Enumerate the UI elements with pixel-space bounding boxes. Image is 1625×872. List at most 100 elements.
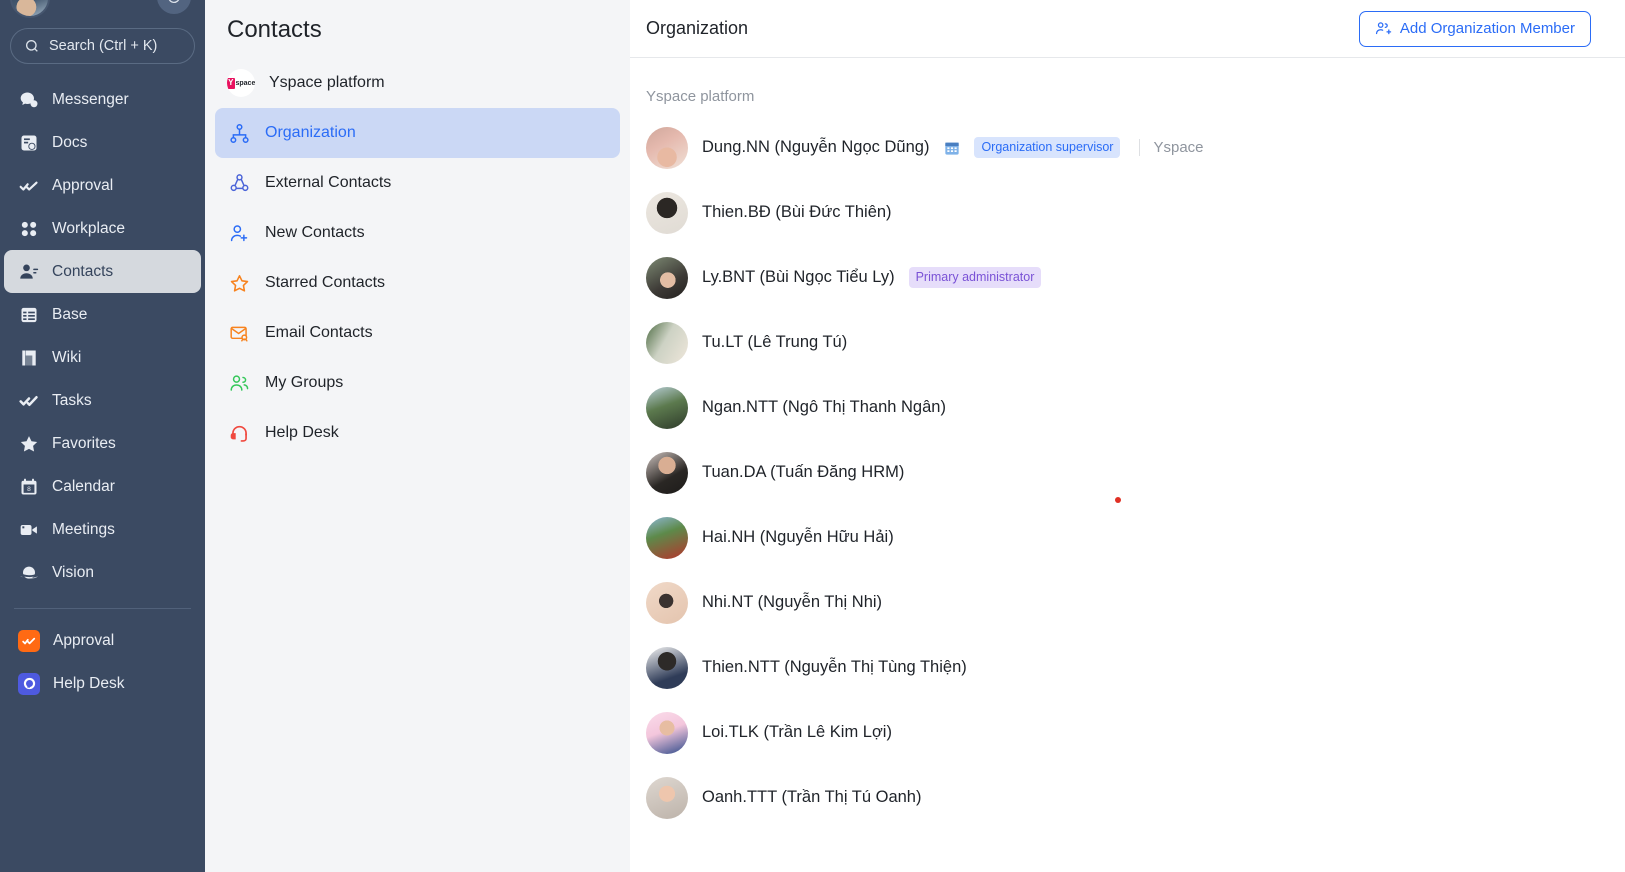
organization-group-label: Yspace platform bbox=[646, 88, 755, 105]
sidebar-item-messenger[interactable]: Messenger bbox=[4, 78, 201, 121]
video-camera-icon bbox=[18, 519, 39, 540]
member-row[interactable]: Nhi.NT (Nguyễn Thị Nhi) bbox=[646, 570, 1625, 635]
member-name: Ngan.NTT (Ngô Thị Thanh Ngân) bbox=[702, 398, 946, 416]
avatar bbox=[646, 386, 688, 429]
sidebar-item-label: Vision bbox=[52, 563, 94, 581]
sidebar-item-label: Approval bbox=[52, 176, 114, 194]
calendar-status-icon bbox=[943, 139, 960, 156]
avatar bbox=[646, 711, 688, 754]
primary-sidebar: Search (Ctrl + K) Messenger Docs Approva… bbox=[0, 0, 205, 872]
main-header: Organization Add Organization Member bbox=[630, 0, 1625, 58]
avatar bbox=[646, 581, 688, 624]
panel-item-yspace-platform[interactable]: Y space Yspace platform bbox=[215, 58, 620, 108]
panel-item-email-contacts[interactable]: Email Contacts bbox=[215, 308, 620, 358]
avatar bbox=[646, 646, 688, 689]
sidebar-toggle-button[interactable] bbox=[157, 0, 191, 14]
panel-item-help-desk[interactable]: Help Desk bbox=[215, 408, 620, 458]
member-name: Tu.LT (Lê Trung Tú) bbox=[702, 333, 848, 351]
sidebar-item-label: Contacts bbox=[52, 262, 114, 280]
messenger-icon bbox=[18, 89, 39, 110]
approval-icon bbox=[18, 175, 39, 196]
avatar bbox=[646, 126, 688, 169]
tasks-icon bbox=[18, 390, 39, 411]
sidebar-item-docs[interactable]: Docs bbox=[4, 121, 201, 164]
panel-item-my-groups[interactable]: My Groups bbox=[215, 358, 620, 408]
sidebar-app-approval[interactable]: Approval bbox=[4, 619, 201, 662]
member-role-badge: Organization supervisor bbox=[974, 137, 1121, 158]
sidebar-item-favorites[interactable]: Favorites bbox=[4, 422, 201, 465]
user-avatar[interactable] bbox=[10, 0, 50, 18]
sidebar-item-label: Tasks bbox=[52, 391, 92, 409]
member-name: Thien.BĐ (Bùi Đức Thiên) bbox=[702, 203, 892, 221]
member-row[interactable]: Loi.TLK (Trần Lê Kim Lợi) bbox=[646, 700, 1625, 765]
avatar bbox=[646, 451, 688, 494]
sidebar-item-base[interactable]: Base bbox=[4, 293, 201, 336]
member-row[interactable]: Dung.NN (Nguyễn Ngọc Dũng) Organization s… bbox=[646, 115, 1625, 180]
member-row[interactable]: Tuan.DA (Tuấn Đăng HRM) bbox=[646, 440, 1625, 505]
refresh-icon bbox=[168, 0, 180, 3]
wiki-icon bbox=[18, 347, 39, 368]
sidebar-item-vision[interactable]: Vision bbox=[4, 551, 201, 594]
email-contacts-icon bbox=[227, 321, 251, 345]
organization-member-list: Dung.NN (Nguyễn Ngọc Dũng) Organization s… bbox=[630, 115, 1625, 830]
sidebar-item-approval[interactable]: Approval bbox=[4, 164, 201, 207]
member-row[interactable]: Thien.NTT (Nguyễn Thị Tùng Thiện) bbox=[646, 635, 1625, 700]
sidebar-app-label: Help Desk bbox=[53, 674, 125, 692]
base-icon bbox=[18, 304, 39, 325]
panel-item-external-contacts[interactable]: External Contacts bbox=[215, 158, 620, 208]
avatar bbox=[646, 191, 688, 234]
app-root: Search (Ctrl + K) Messenger Docs Approva… bbox=[0, 0, 1625, 872]
panel-item-label: New Contacts bbox=[265, 224, 365, 241]
member-row[interactable]: Thien.BĐ (Bùi Đức Thiên) bbox=[646, 180, 1625, 245]
cursor-dot bbox=[1115, 497, 1121, 503]
member-row[interactable]: Ly.BNT (Bùi Ngọc Tiểu Ly) Primary adminis… bbox=[646, 245, 1625, 310]
member-name: Loi.TLK (Trần Lê Kim Lợi) bbox=[702, 723, 892, 741]
sidebar-item-meetings[interactable]: Meetings bbox=[4, 508, 201, 551]
panel-item-label: Help Desk bbox=[265, 424, 339, 441]
panel-item-organization[interactable]: Organization bbox=[215, 108, 620, 158]
sidebar-item-workplace[interactable]: Workplace bbox=[4, 207, 201, 250]
member-row[interactable]: Hai.NH (Nguyễn Hữu Hải) bbox=[646, 505, 1625, 570]
panel-item-new-contacts[interactable]: New Contacts bbox=[215, 208, 620, 258]
sidebar-item-label: Wiki bbox=[52, 348, 82, 366]
add-organization-member-button[interactable]: Add Organization Member bbox=[1358, 10, 1591, 47]
member-name: Thien.NTT (Nguyễn Thị Tùng Thiện) bbox=[702, 658, 967, 676]
sidebar-item-label: Docs bbox=[52, 133, 88, 151]
sidebar-item-label: Workplace bbox=[52, 219, 125, 237]
member-row[interactable]: Oanh.TTT (Trần Thị Tú Oanh) bbox=[646, 765, 1625, 830]
member-name: Nhi.NT (Nguyễn Thị Nhi) bbox=[702, 593, 883, 611]
main-content: Organization Add Organization Member Ysp… bbox=[630, 0, 1625, 872]
sidebar-nav: Messenger Docs Approval Workplace Contac… bbox=[0, 78, 205, 705]
search-input[interactable]: Search (Ctrl + K) bbox=[10, 28, 195, 64]
docs-icon bbox=[18, 132, 39, 153]
star-icon bbox=[18, 433, 39, 454]
yspace-logo-mark: Y bbox=[227, 77, 235, 89]
sidebar-item-contacts[interactable]: Contacts bbox=[4, 250, 201, 293]
new-contacts-icon bbox=[227, 221, 251, 245]
approval-app-icon bbox=[18, 629, 40, 652]
panel-item-label: Email Contacts bbox=[265, 324, 373, 341]
organization-icon bbox=[227, 121, 251, 145]
search-placeholder: Search (Ctrl + K) bbox=[49, 38, 158, 54]
sidebar-item-label: Meetings bbox=[52, 520, 115, 538]
panel-item-label: Starred Contacts bbox=[265, 274, 386, 291]
headset-icon bbox=[227, 421, 251, 445]
sidebar-top-bar bbox=[0, 0, 205, 22]
sidebar-item-label: Calendar bbox=[52, 477, 115, 495]
member-organization-tag: Yspace bbox=[1139, 139, 1204, 156]
sidebar-item-label: Messenger bbox=[52, 90, 129, 108]
panel-item-label: Organization bbox=[265, 124, 356, 141]
sidebar-item-wiki[interactable]: Wiki bbox=[4, 336, 201, 379]
sidebar-item-tasks[interactable]: Tasks bbox=[4, 379, 201, 422]
member-name: Dung.NN (Nguyễn Ngọc Dũng) bbox=[702, 138, 930, 156]
sidebar-item-label: Base bbox=[52, 305, 88, 323]
panel-item-starred-contacts[interactable]: Starred Contacts bbox=[215, 258, 620, 308]
vision-icon bbox=[18, 562, 39, 583]
calendar-icon: 8 bbox=[18, 476, 39, 497]
member-row[interactable]: Tu.LT (Lê Trung Tú) bbox=[646, 310, 1625, 375]
contacts-panel: Contacts Y space Yspace platform Organiz… bbox=[205, 0, 630, 872]
member-row[interactable]: Ngan.NTT (Ngô Thị Thanh Ngân) bbox=[646, 375, 1625, 440]
sidebar-item-calendar[interactable]: 8 Calendar bbox=[4, 465, 201, 508]
add-organization-member-label: Add Organization Member bbox=[1399, 20, 1575, 37]
sidebar-app-help-desk[interactable]: Help Desk bbox=[4, 662, 201, 705]
